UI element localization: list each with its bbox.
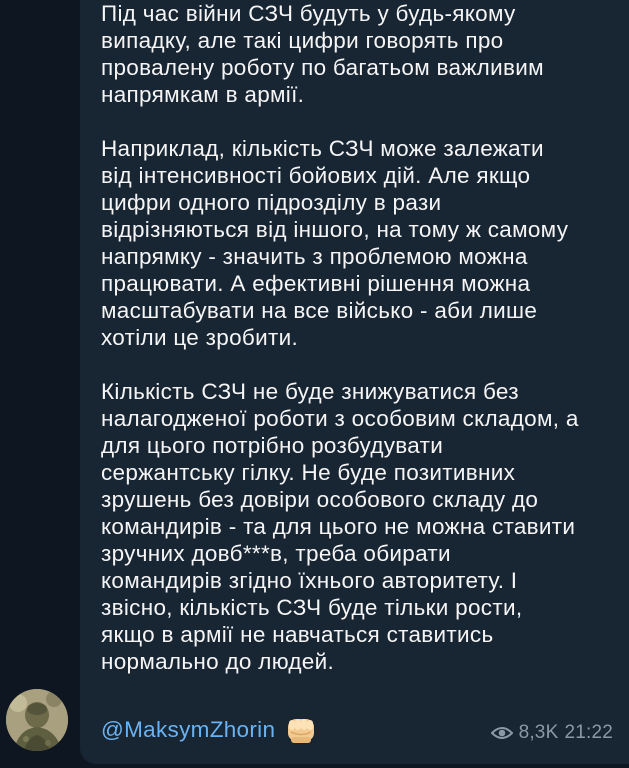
signature: @MaksymZhorin (101, 715, 317, 745)
message-time: 21:22 (564, 722, 613, 743)
eye-icon (490, 725, 513, 741)
message-paragraph-1: Під час війни СЗЧ будуть у будь-якому ви… (101, 1, 544, 107)
avatar[interactable] (6, 689, 68, 751)
fist-icon (285, 715, 317, 745)
message-meta: 8,3K 21:22 (490, 722, 613, 744)
message-text: Під час війни СЗЧ будуть у будь-якому ви… (101, 0, 601, 675)
avatar-image (6, 689, 68, 751)
view-count: 8,3K (518, 722, 559, 743)
message-paragraph-3: Кількість СЗЧ не буде знижуватися без на… (101, 379, 579, 674)
message-paragraph-2: Наприклад, кількість СЗЧ може залежати в… (101, 136, 569, 350)
author-link[interactable]: @MaksymZhorin (101, 717, 275, 743)
